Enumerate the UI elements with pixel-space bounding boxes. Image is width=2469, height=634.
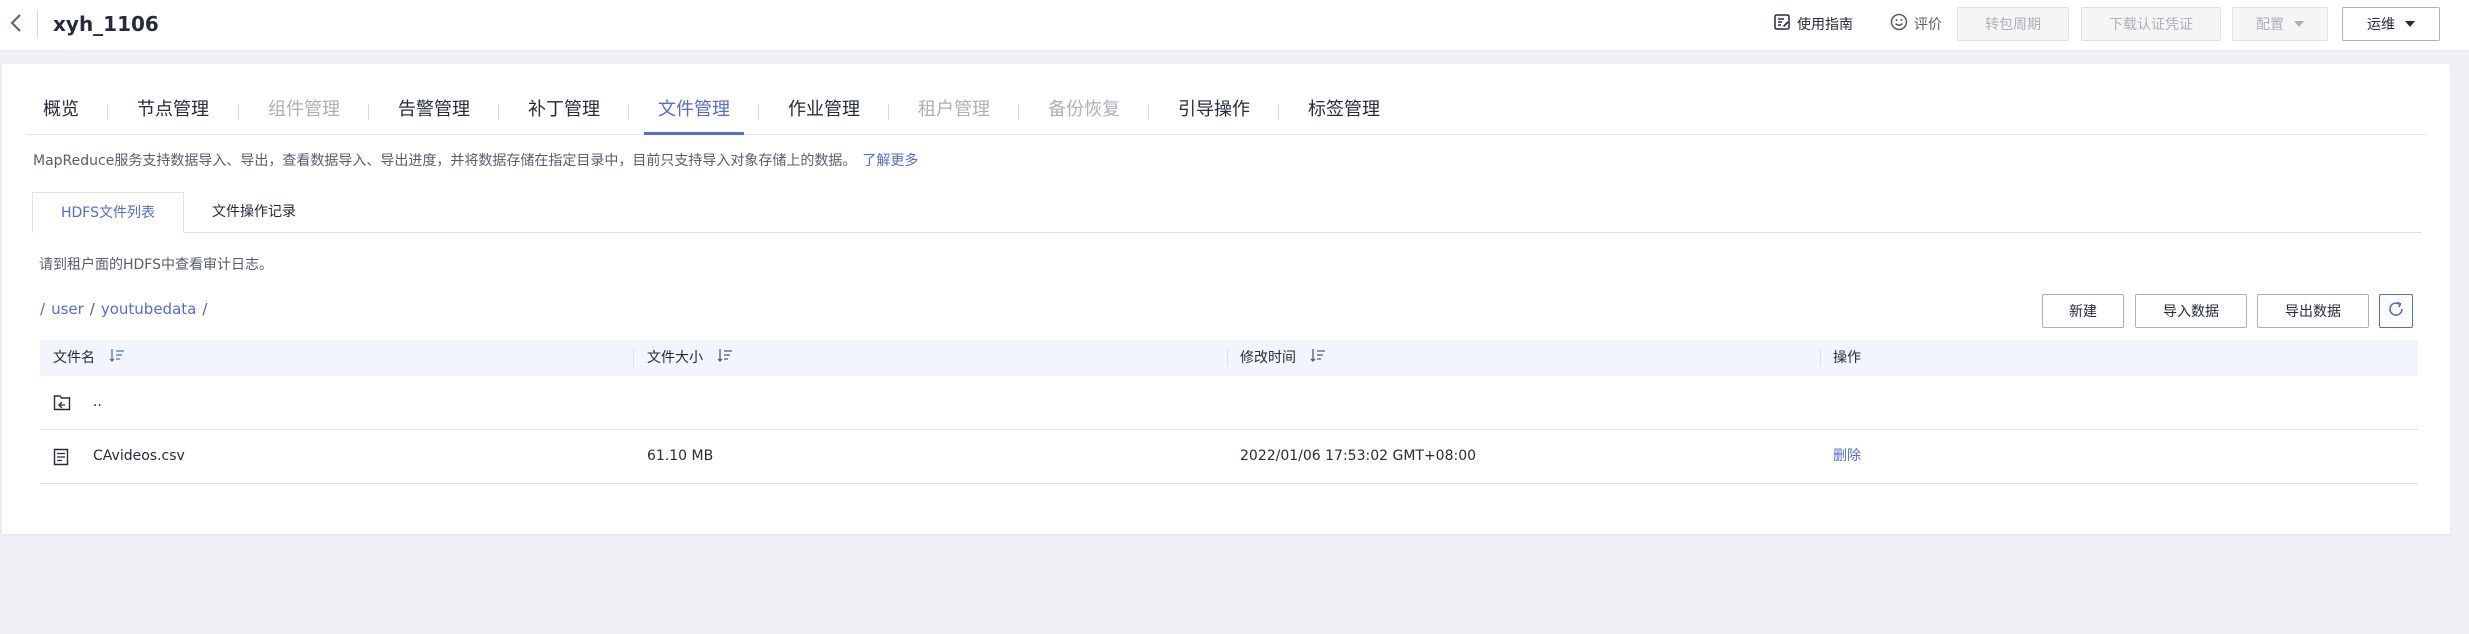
breadcrumb-item-user[interactable]: user — [51, 300, 84, 318]
new-button[interactable]: 新建 — [2042, 294, 2124, 328]
tab-bar: 概览 节点管理 组件管理 告警管理 补丁管理 文件管理 作业管理 租户管理 备份… — [26, 92, 2426, 135]
breadcrumb-separator: / — [202, 300, 208, 318]
subtab-op-records[interactable]: 文件操作记录 — [184, 192, 324, 232]
guide-label: 使用指南 — [1797, 17, 1853, 33]
row-size: 61.10 MB — [647, 448, 714, 464]
tab-divider — [888, 104, 889, 120]
row-name[interactable]: .. — [93, 376, 102, 429]
tab-tenants: 租户管理 — [918, 99, 990, 120]
column-divider — [1227, 349, 1228, 367]
tab-divider — [107, 104, 108, 120]
folder-up-icon — [53, 394, 71, 415]
guide-link[interactable]: 使用指南 — [1773, 12, 1853, 36]
rate-link[interactable]: 评价 — [1890, 12, 1942, 36]
back-button[interactable] — [10, 13, 30, 35]
tab-alarms[interactable]: 告警管理 — [398, 92, 470, 132]
breadcrumb-separator: / — [89, 300, 95, 318]
column-ops-label: 操作 — [1833, 350, 1861, 366]
refresh-icon — [2387, 300, 2405, 322]
caret-down-icon — [2294, 21, 2304, 27]
file-table: 文件名 文件大小 修改时间 操作 .. CAvideos.csv 61.10 M… — [40, 340, 2418, 484]
file-icon — [53, 448, 69, 470]
config-label: 配置 — [2256, 17, 2284, 33]
column-divider — [1820, 349, 1821, 367]
breadcrumb: / user / youtubedata / — [40, 300, 213, 318]
tab-jobs[interactable]: 作业管理 — [788, 92, 860, 132]
guide-icon — [1773, 13, 1797, 35]
tab-overview[interactable]: 概览 — [43, 92, 79, 132]
import-data-button[interactable]: 导入数据 — [2135, 294, 2247, 328]
title-divider — [37, 10, 38, 38]
tab-backup: 备份恢复 — [1048, 99, 1120, 120]
audit-note: 请到租户面的HDFS中查看审计日志。 — [39, 257, 274, 273]
chevron-left-icon — [10, 13, 30, 33]
tab-divider — [368, 104, 369, 120]
tab-nodes[interactable]: 节点管理 — [137, 92, 209, 132]
column-size: 文件大小 — [647, 340, 733, 376]
subtab-bar: HDFS文件列表 文件操作记录 — [32, 192, 2422, 233]
column-name-label: 文件名 — [53, 350, 95, 366]
sort-icon[interactable] — [109, 340, 125, 376]
main-card: 概览 节点管理 组件管理 告警管理 补丁管理 文件管理 作业管理 租户管理 备份… — [2, 64, 2450, 534]
rate-label: 评价 — [1914, 17, 1942, 33]
column-modified: 修改时间 — [1240, 340, 1326, 376]
tab-divider — [1278, 104, 1279, 120]
ops-dropdown[interactable]: 运维 — [2342, 7, 2440, 41]
refresh-button[interactable] — [2379, 294, 2413, 328]
tab-divider — [1018, 104, 1019, 120]
sort-icon[interactable] — [1310, 340, 1326, 376]
tab-tags[interactable]: 标签管理 — [1308, 92, 1380, 132]
column-divider — [633, 349, 634, 367]
tab-components: 组件管理 — [268, 99, 340, 120]
table-row: CAvideos.csv 61.10 MB 2022/01/06 17:53:0… — [40, 430, 2418, 484]
ops-label: 运维 — [2367, 17, 2395, 33]
row-modified: 2022/01/06 17:53:02 GMT+08:00 — [1240, 448, 1477, 464]
table-header: 文件名 文件大小 修改时间 操作 — [40, 340, 2418, 376]
tab-divider — [1148, 104, 1149, 120]
tab-divider — [628, 104, 629, 120]
download-cert-button[interactable]: 下载认证凭证 — [2081, 7, 2221, 41]
service-description: MapReduce服务支持数据导入、导出，查看数据导入、导出进度，并将数据存储在… — [33, 150, 918, 172]
row-name: CAvideos.csv — [93, 448, 185, 464]
tab-bootstrap[interactable]: 引导操作 — [1178, 92, 1250, 132]
column-size-label: 文件大小 — [647, 350, 703, 366]
breadcrumb-root[interactable]: / — [40, 300, 45, 318]
tab-files[interactable]: 文件管理 — [644, 92, 744, 135]
page-title: xyh_1106 — [53, 12, 159, 36]
convert-period-button[interactable]: 转包周期 — [1957, 7, 2069, 41]
export-data-button[interactable]: 导出数据 — [2257, 294, 2369, 328]
column-ops: 操作 — [1833, 340, 1861, 376]
column-modified-label: 修改时间 — [1240, 350, 1296, 366]
smiley-icon — [1890, 13, 1914, 35]
tab-divider — [498, 104, 499, 120]
table-row[interactable]: .. — [40, 376, 2418, 430]
tab-divider — [238, 104, 239, 120]
tab-divider — [758, 104, 759, 120]
subtab-hdfs-list[interactable]: HDFS文件列表 — [32, 192, 184, 233]
breadcrumb-item-youtubedata[interactable]: youtubedata — [101, 300, 197, 318]
tab-patches[interactable]: 补丁管理 — [528, 92, 600, 132]
config-dropdown[interactable]: 配置 — [2232, 7, 2328, 41]
learn-more-link[interactable]: 了解更多 — [862, 153, 918, 169]
top-bar: xyh_1106 使用指南 评价 转包周期 下载认证凭证 配置 运维 — [0, 0, 2469, 51]
delete-link[interactable]: 删除 — [1833, 430, 1861, 483]
column-name: 文件名 — [53, 340, 125, 376]
sort-icon[interactable] — [717, 340, 733, 376]
caret-down-icon — [2405, 21, 2415, 27]
description-text: MapReduce服务支持数据导入、导出，查看数据导入、导出进度，并将数据存储在… — [33, 153, 857, 169]
